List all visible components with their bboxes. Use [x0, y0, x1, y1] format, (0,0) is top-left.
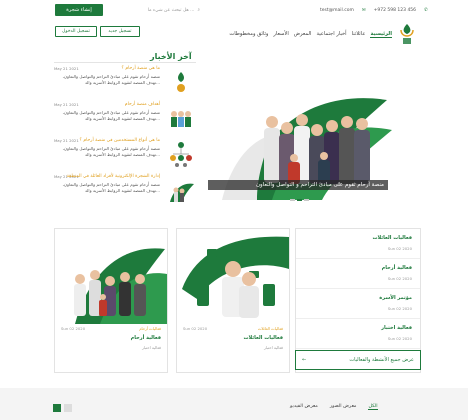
news-item[interactable]: May 21 2021 إدارة الشجرة الإلكترونية لأف… — [54, 174, 196, 208]
activity-date: Sun 02 2020 — [387, 306, 412, 311]
activity-title[interactable]: فعالية أرحام — [382, 265, 412, 271]
news-item[interactable]: May 21 2021 أهداف منصة أرحام منصة أرحام … — [54, 102, 196, 136]
slider-dots — [290, 199, 309, 201]
all-activities-label: عرض جميع الأنشطة والفعاليات — [349, 357, 414, 363]
nav-item-social-news[interactable]: أخبار اجتماعية — [316, 31, 346, 37]
tab-photos[interactable]: معرض الصور — [330, 404, 357, 410]
news-excerpt: منصة أرحام تقوم على مبادئ التراحم والتوا… — [62, 110, 160, 121]
card-date: Sun 02 2020 — [183, 326, 208, 331]
news-headline[interactable]: إدارة الشجرة الإلكترونية لأفراد العائلة … — [67, 174, 160, 179]
card-title[interactable]: فعالية أرحام — [131, 335, 161, 341]
search-icon[interactable]: ⌕ — [197, 7, 200, 13]
news-excerpt: منصة أرحام تقوم على مبادئ التراحم والتوا… — [62, 182, 160, 193]
slider-dot[interactable] — [290, 199, 295, 201]
card-image — [177, 236, 289, 324]
all-activities-button[interactable]: ← عرض جميع الأنشطة والفعاليات — [295, 350, 421, 370]
activity-date: Sun 02 2020 — [387, 336, 412, 341]
news-headline[interactable]: ما هي أنواع المستخدمين في منصة أرحام ؟ — [80, 138, 160, 143]
card-category[interactable]: فعاليات العائلات — [258, 326, 283, 331]
activity-title[interactable]: فعالية اختبار — [381, 325, 412, 331]
news-thumbnail — [177, 72, 185, 92]
slider-dot-active[interactable] — [297, 199, 302, 201]
news-thumbnail — [171, 111, 191, 127]
tab-videos[interactable]: معرض الفيديو — [290, 404, 318, 410]
register-button[interactable]: تسجيل جديد — [100, 26, 140, 37]
activity-item[interactable]: فعالية اختبار Sun 02 2020 — [296, 319, 420, 349]
news-item[interactable]: May 21 2021 ما هي منصة أرحام ؟ منصة أرحا… — [54, 66, 196, 100]
news-headline[interactable]: ما هي منصة أرحام ؟ — [122, 66, 160, 71]
activity-title[interactable]: فعاليات العائلات — [372, 235, 412, 241]
activity-date: Sun 02 2020 — [387, 276, 412, 281]
site-logo[interactable] — [398, 22, 416, 46]
gallery-tabs: الكل معرض الصور معرض الفيديو — [290, 404, 378, 410]
nav-item-prices[interactable]: الأسعار — [273, 31, 288, 37]
card-image — [74, 248, 167, 324]
news-thumbnail — [170, 142, 192, 167]
hero-caption: منصة أرحام تقوم على مبادئ التراحم و التو… — [208, 180, 388, 190]
main-nav: الرئيسية عائلاتنا أخبار اجتماعية المعرض … — [200, 29, 392, 39]
pager-next-icon[interactable] — [64, 404, 72, 412]
activity-title[interactable]: مؤتمر الأسرة — [379, 295, 412, 301]
email-text[interactable]: test@mail.com — [320, 8, 354, 13]
news-date: May 21 2021 — [54, 102, 79, 107]
nav-item-gallery[interactable]: المعرض — [294, 31, 312, 37]
card-subtitle: فعالية اختبار — [141, 345, 161, 350]
nav-item-home[interactable]: الرئيسية — [370, 31, 392, 38]
search-input[interactable]: هل تبحث عن شيء ما ... ⌕ — [120, 5, 200, 15]
login-button[interactable]: تسجيل الدخول — [55, 26, 97, 37]
news-headline[interactable]: أهداف منصة أرحام — [125, 102, 160, 107]
contact-info: test@mail.com ✉ +972 598 123 456 ✆ — [320, 4, 428, 16]
search-placeholder: هل تبحث عن شيء ما ... — [147, 7, 195, 13]
card-date: Sun 02 2020 — [61, 326, 86, 331]
activity-item[interactable]: فعاليات العائلات Sun 02 2020 — [296, 229, 420, 259]
news-excerpt: منصة أرحام تقوم على مبادئ التراحم والتوا… — [62, 146, 160, 157]
news-thumbnail — [170, 183, 194, 202]
card-subtitle: فعالية اختبار — [263, 345, 283, 350]
tab-all[interactable]: الكل — [368, 404, 378, 410]
activity-item[interactable]: فعالية أرحام Sun 02 2020 — [296, 259, 420, 289]
create-tree-button[interactable]: إنشاء شجرة — [55, 4, 103, 16]
nav-item-documents[interactable]: وثائق ومخطوطات — [229, 31, 268, 37]
phone-icon: ✆ — [424, 7, 428, 13]
activity-card[interactable]: Sun 02 2020 فعاليات أرحام فعالية أرحام ف… — [54, 228, 168, 373]
news-date: May 21 2021 — [54, 138, 79, 143]
card-category[interactable]: فعاليات أرحام — [139, 326, 161, 331]
news-excerpt: منصة أرحام تقوم على مبادئ التراحم والتوا… — [62, 74, 160, 85]
activity-date: Sun 02 2020 — [387, 246, 412, 251]
news-section-title: آخر الأخبار — [150, 52, 192, 61]
phone-text[interactable]: +972 598 123 456 — [374, 8, 416, 13]
pager-prev-icon[interactable] — [53, 404, 61, 412]
activity-card[interactable]: Sun 02 2020 فعاليات العائلات فعاليات الع… — [176, 228, 290, 373]
news-date: May 21 2021 — [54, 66, 79, 71]
news-item[interactable]: May 21 2021 ما هي أنواع المستخدمين في من… — [54, 138, 196, 172]
email-icon: ✉ — [361, 7, 366, 13]
slider-dot[interactable] — [304, 199, 309, 201]
gallery-pager — [53, 404, 72, 412]
page: إنشاء شجرة هل تبحث عن شيء ما ... ⌕ test@… — [0, 0, 468, 420]
nav-item-families[interactable]: عائلاتنا — [352, 31, 366, 37]
arrow-left-icon: ← — [302, 357, 307, 363]
activity-item[interactable]: مؤتمر الأسرة Sun 02 2020 — [296, 289, 420, 319]
card-title[interactable]: فعاليات العائلات — [243, 335, 283, 341]
divider — [54, 62, 196, 63]
